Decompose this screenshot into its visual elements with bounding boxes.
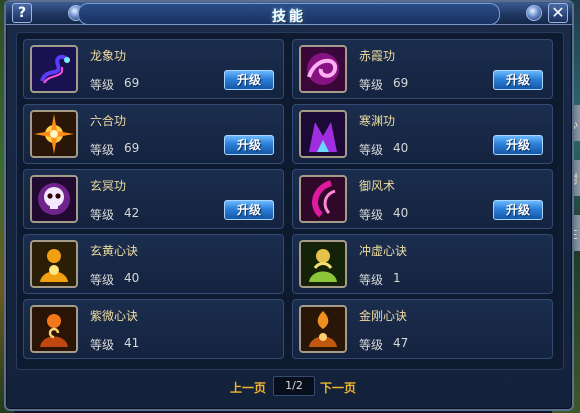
skill-level-value: 69 — [124, 76, 140, 90]
page-indicator: 1/2 — [273, 376, 315, 396]
golden-meditation-icon[interactable] — [30, 240, 78, 288]
skill-level-label: 等级 — [359, 78, 384, 92]
title-plate: 技能 — [78, 3, 500, 25]
skill-name: 紫微心诀 — [90, 309, 139, 323]
skill-card[interactable]: 冲虚心诀等级 1 — [292, 234, 553, 294]
skill-level-value: 42 — [124, 206, 140, 220]
skill-level-value: 69 — [124, 141, 140, 155]
skill-level-label: 等级 — [90, 338, 115, 352]
upgrade-button[interactable]: 升级 — [224, 135, 274, 155]
orange-flame-meditation-icon[interactable] — [299, 305, 347, 353]
title-bar: ? 技能 ✕ — [6, 2, 572, 25]
skill-level-value: 69 — [393, 76, 409, 90]
skill-level-value: 41 — [124, 336, 140, 350]
skill-name: 寒渊功 — [359, 114, 396, 128]
skill-name: 龙象功 — [90, 49, 127, 63]
skill-card[interactable]: 玄黄心诀等级 40 — [23, 234, 284, 294]
skill-name: 御风术 — [359, 179, 396, 193]
skill-name: 玄黄心诀 — [90, 244, 139, 258]
skill-name: 金刚心诀 — [359, 309, 408, 323]
upgrade-button[interactable]: 升级 — [224, 70, 274, 90]
skill-level-value: 47 — [393, 336, 409, 350]
skill-card[interactable]: 紫微心诀等级 41 — [23, 299, 284, 359]
prev-page-link[interactable]: 上一页 — [230, 379, 266, 396]
skills-window: ? 技能 ✕ 龙象功 等级 69 升级 赤霞功 等级 69 升级 六合功 等级 69 升级 寒渊功 等级 4… — [4, 0, 574, 411]
skill-card[interactable]: 赤霞功等级 69 升级 — [292, 39, 553, 99]
skill-level-label: 等级 — [359, 143, 384, 157]
title-orb-right-icon — [526, 5, 542, 21]
help-button[interactable]: ? — [12, 3, 32, 23]
skill-level-value: 1 — [393, 271, 401, 285]
skill-level-label: 等级 — [359, 208, 384, 222]
skill-name: 赤霞功 — [359, 49, 396, 63]
skill-level-label: 等级 — [90, 78, 115, 92]
skill-card[interactable]: 龙象功等级 69 升级 — [23, 39, 284, 99]
upgrade-button[interactable]: 升级 — [493, 200, 543, 220]
skill-name: 六合功 — [90, 114, 127, 128]
skill-card[interactable]: 六合功等级 69 升级 — [23, 104, 284, 164]
next-page-link[interactable]: 下一页 — [320, 379, 356, 396]
purple-skull-icon[interactable] — [30, 175, 78, 223]
purple-dragon-icon[interactable] — [30, 45, 78, 93]
purple-demon-icon[interactable] — [299, 110, 347, 158]
magenta-wind-icon[interactable] — [299, 175, 347, 223]
pagination: 上一页 1/2 下一页 — [6, 376, 572, 398]
green-meditation-icon[interactable] — [299, 240, 347, 288]
skill-level-label: 等级 — [359, 338, 384, 352]
upgrade-button[interactable]: 升级 — [493, 70, 543, 90]
skill-level-label: 等级 — [90, 273, 115, 287]
upgrade-button[interactable]: 升级 — [224, 200, 274, 220]
skill-level-label: 等级 — [90, 208, 115, 222]
skill-name: 冲虚心诀 — [359, 244, 408, 258]
skill-grid: 龙象功 等级 69 升级 赤霞功 等级 69 升级 六合功 等级 69 升级 寒渊功 等级 40 升级 玄冥功等… — [23, 39, 557, 359]
magenta-vortex-icon[interactable] — [299, 45, 347, 93]
close-button[interactable]: ✕ — [548, 3, 568, 23]
orange-star-burst-icon[interactable] — [30, 110, 78, 158]
upgrade-button[interactable]: 升级 — [493, 135, 543, 155]
skill-name: 玄冥功 — [90, 179, 127, 193]
window-title: 技能 — [272, 9, 306, 25]
skill-level-value: 40 — [124, 271, 140, 285]
skill-level-value: 40 — [393, 141, 409, 155]
skill-card[interactable]: 御风术等级 40 升级 — [292, 169, 553, 229]
skill-card[interactable]: 寒渊功等级 40 升级 — [292, 104, 553, 164]
orange-spiral-meditation-icon[interactable] — [30, 305, 78, 353]
skill-level-value: 40 — [393, 206, 409, 220]
skill-card[interactable]: 金刚心诀等级 47 — [292, 299, 553, 359]
skill-card[interactable]: 玄冥功等级 42 升级 — [23, 169, 284, 229]
skills-panel: 龙象功 等级 69 升级 赤霞功 等级 69 升级 六合功 等级 69 升级 寒渊功 等级 40 升级 玄冥功等… — [16, 32, 564, 370]
skill-level-label: 等级 — [359, 273, 384, 287]
skill-level-label: 等级 — [90, 143, 115, 157]
